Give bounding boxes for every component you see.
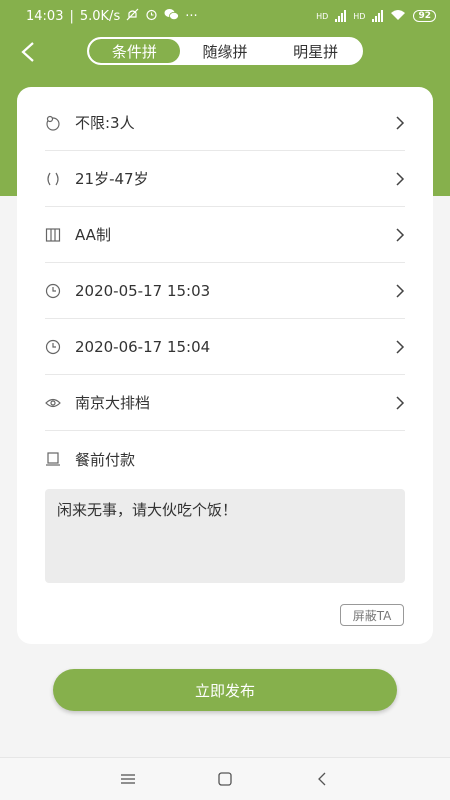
chevron-right-icon: [391, 395, 405, 410]
home-nav-button[interactable]: [205, 764, 245, 794]
age-value: 21岁-47岁: [75, 170, 149, 188]
more-notifications: ···: [185, 8, 198, 24]
chevron-right-icon: [391, 115, 405, 130]
start-time-value: 2020-05-17 15:03: [75, 281, 211, 300]
block-button[interactable]: 屏蔽TA: [340, 604, 404, 626]
row-start-time[interactable]: 2020-05-17 15:03: [45, 263, 405, 319]
people-value: 不限:3人: [75, 114, 135, 132]
clock-icon: [45, 339, 75, 355]
status-bar: 14:03 | 5.0K/s ··· HD HD 92: [0, 0, 450, 32]
network-speed: 5.0K/s: [79, 8, 121, 24]
clock-icon: [45, 283, 75, 299]
tab-star[interactable]: 明星拼: [270, 39, 361, 63]
people-icon: [45, 115, 75, 131]
back-button[interactable]: [12, 36, 44, 68]
mute-icon: [126, 8, 139, 25]
chevron-right-icon: [391, 339, 405, 354]
signal-2-label: HD: [353, 11, 366, 21]
home-square-icon: [218, 772, 232, 786]
row-age[interactable]: 21岁-47岁: [45, 151, 405, 207]
row-pay-timing: 餐前付款: [45, 431, 405, 487]
menu-nav-button[interactable]: [108, 764, 148, 794]
row-people[interactable]: 不限:3人: [45, 95, 405, 151]
alarm-icon: [145, 8, 158, 25]
row-location[interactable]: 南京大排档: [45, 375, 405, 431]
battery-icon: 92: [413, 10, 436, 22]
chevron-right-icon: [391, 227, 405, 242]
chevron-right-icon: [391, 171, 405, 186]
form-card: 不限:3人 21岁-47岁 AA制 2020-05-17 15:03 2020-…: [17, 87, 433, 644]
note-textarea[interactable]: 闲来无事，请大伙吃个饭！: [45, 489, 405, 583]
publish-button[interactable]: 立即发布: [53, 669, 397, 711]
back-arrow-icon: [21, 42, 34, 62]
status-time: 14:03: [26, 8, 64, 24]
age-range-icon: [45, 171, 75, 187]
end-time-value: 2020-06-17 15:04: [75, 337, 211, 356]
wechat-icon: [164, 8, 180, 25]
back-nav-button[interactable]: [302, 764, 342, 794]
system-nav-bar: [0, 757, 450, 800]
signal-2-icon: [372, 10, 384, 22]
menu-icon: [121, 774, 136, 784]
top-header: 条件拼 随缘拼 明星拼: [0, 32, 450, 72]
mode-tabs: 条件拼 随缘拼 明星拼: [87, 37, 363, 65]
receipt-icon: [45, 451, 75, 467]
pay-timing-value: 餐前付款: [75, 450, 136, 469]
back-triangle-icon: [317, 772, 326, 786]
chevron-right-icon: [391, 283, 405, 298]
row-payment-mode[interactable]: AA制: [45, 207, 405, 263]
tab-conditional[interactable]: 条件拼: [89, 39, 180, 63]
split-bill-icon: [45, 227, 75, 243]
location-value: 南京大排档: [75, 394, 151, 412]
row-end-time[interactable]: 2020-06-17 15:04: [45, 319, 405, 375]
location-icon: [45, 395, 75, 411]
signal-1-label: HD: [316, 11, 329, 21]
payment-mode-value: AA制: [75, 226, 111, 244]
tab-random[interactable]: 随缘拼: [180, 39, 271, 63]
wifi-icon: [390, 9, 406, 23]
signal-1-icon: [335, 10, 347, 22]
